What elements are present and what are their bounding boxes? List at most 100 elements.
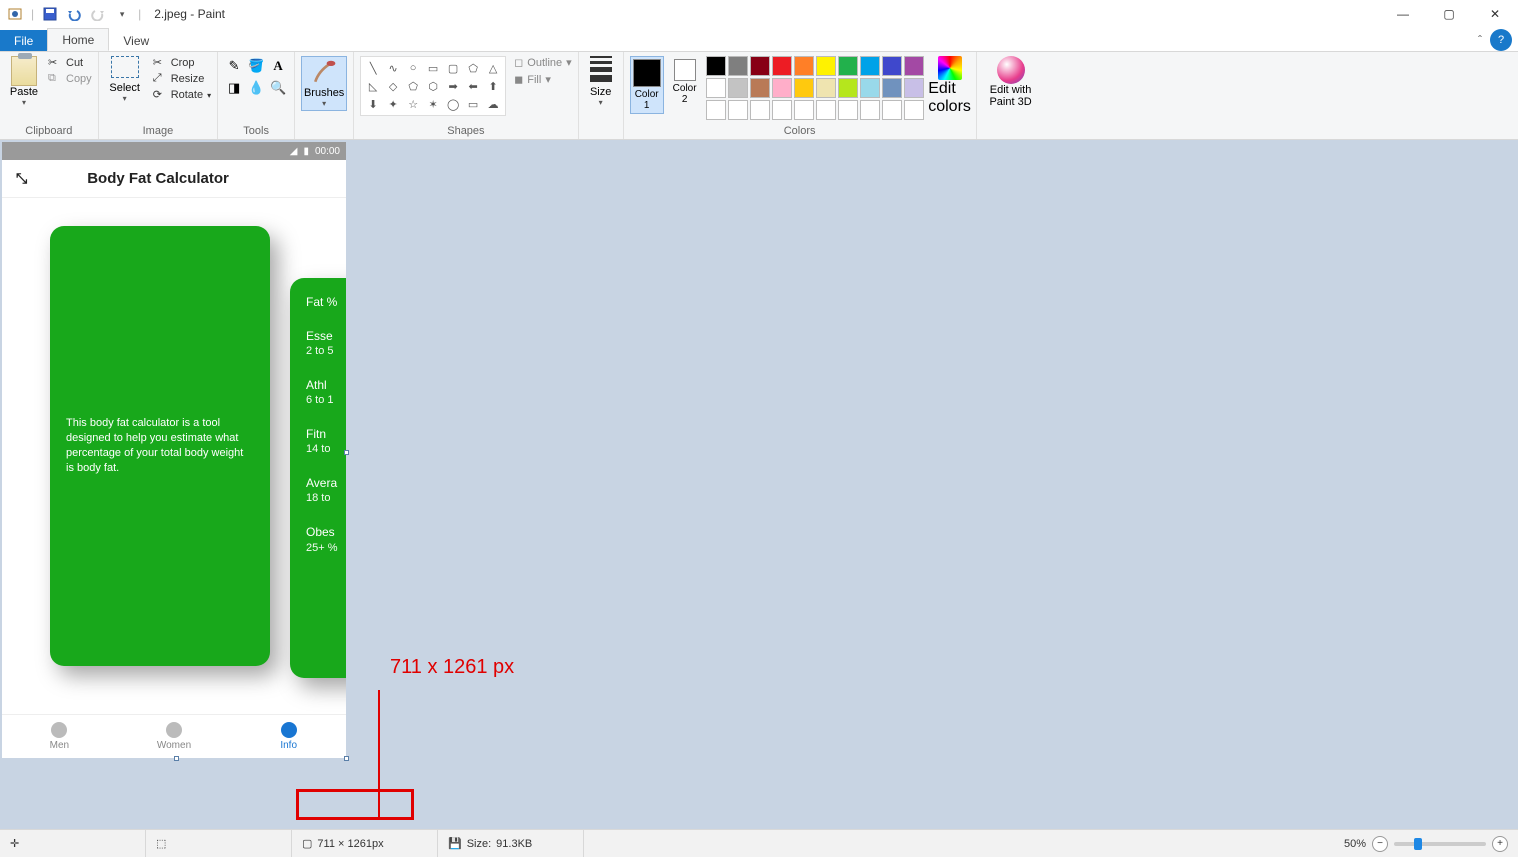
brushes-button[interactable]: Brushes ▾ <box>301 56 347 111</box>
shape-star6[interactable]: ✶ <box>424 96 442 112</box>
canvas[interactable]: ◢ ▮ 00:00 ⤡ Body Fat Calculator This bod… <box>2 142 346 758</box>
shape-arrow-r[interactable]: ➡ <box>444 78 462 94</box>
palette-color[interactable] <box>706 78 726 98</box>
color1-button[interactable]: Color 1 <box>630 56 664 114</box>
save-button[interactable] <box>39 3 61 25</box>
palette-color[interactable] <box>860 78 880 98</box>
palette-color[interactable] <box>904 78 924 98</box>
eraser-tool[interactable]: ◨ <box>224 78 244 98</box>
redo-button[interactable] <box>87 3 109 25</box>
close-button[interactable]: ✕ <box>1472 0 1518 28</box>
size-button[interactable]: Size ▾ <box>585 56 617 107</box>
palette-color[interactable] <box>816 78 836 98</box>
workspace[interactable]: ◢ ▮ 00:00 ⤡ Body Fat Calculator This bod… <box>0 140 1518 829</box>
resize-handle-right[interactable] <box>344 450 349 455</box>
group-colors: Color 1 Color 2 Edit colors Colors <box>624 52 977 139</box>
undo-button[interactable] <box>63 3 85 25</box>
palette-color[interactable] <box>728 56 748 76</box>
help-button[interactable]: ? <box>1490 29 1512 51</box>
collapse-ribbon-button[interactable]: ˆ <box>1470 29 1490 51</box>
shape-line[interactable]: ╲ <box>364 60 382 76</box>
palette-color[interactable] <box>728 100 748 120</box>
copy-button[interactable]: ⧉Copy <box>48 72 92 86</box>
shape-hexagon[interactable]: ⬡ <box>424 78 442 94</box>
rotate-button[interactable]: ⟳Rotate ▾ <box>153 88 211 102</box>
shape-roundrect[interactable]: ▢ <box>444 60 462 76</box>
palette-color[interactable] <box>706 100 726 120</box>
palette-color[interactable] <box>882 56 902 76</box>
magnifier-tool[interactable]: 🔍 <box>268 78 288 98</box>
palette-color[interactable] <box>860 100 880 120</box>
paste-button[interactable]: Paste ▾ <box>6 56 42 107</box>
resize-handle-corner[interactable] <box>344 756 349 761</box>
shape-rect[interactable]: ▭ <box>424 60 442 76</box>
shape-star5[interactable]: ☆ <box>404 96 422 112</box>
color2-button[interactable]: Color 2 <box>670 56 700 108</box>
phone-header: ⤡ Body Fat Calculator <box>2 160 346 198</box>
resize-button[interactable]: ⤢Resize <box>153 72 211 86</box>
shape-fill-button[interactable]: ◼Fill ▾ <box>514 73 572 86</box>
shape-pentagon[interactable]: ⬠ <box>404 78 422 94</box>
palette-color[interactable] <box>816 100 836 120</box>
minimize-button[interactable]: — <box>1380 0 1426 28</box>
shape-star4[interactable]: ✦ <box>384 96 402 112</box>
cut-button[interactable]: ✂Cut <box>48 56 92 70</box>
shape-outline-button[interactable]: ◻Outline ▾ <box>514 56 572 69</box>
zoom-slider[interactable] <box>1394 842 1486 846</box>
palette-color[interactable] <box>838 56 858 76</box>
palette-color[interactable] <box>882 100 902 120</box>
palette-color[interactable] <box>772 100 792 120</box>
shape-oval[interactable]: ○ <box>404 60 422 76</box>
palette-color[interactable] <box>750 56 770 76</box>
palette-color[interactable] <box>794 100 814 120</box>
color-picker-tool[interactable]: 💧 <box>246 78 266 98</box>
maximize-button[interactable]: ▢ <box>1426 0 1472 28</box>
text-tool[interactable]: A <box>268 56 288 76</box>
shape-callout-rect[interactable]: ▭ <box>464 96 482 112</box>
palette-color[interactable] <box>772 78 792 98</box>
shape-curve[interactable]: ∿ <box>384 60 402 76</box>
palette-color[interactable] <box>860 56 880 76</box>
paint-app-icon[interactable] <box>4 3 26 25</box>
fill-tool[interactable]: 🪣 <box>246 56 266 76</box>
shape-triangle[interactable]: △ <box>484 60 502 76</box>
palette-color[interactable] <box>750 100 770 120</box>
palette-color[interactable] <box>794 56 814 76</box>
zoom-slider-thumb[interactable] <box>1414 838 1422 850</box>
edit-with-paint3d-button[interactable]: Edit with Paint 3D <box>983 56 1039 108</box>
shape-callout-round[interactable]: ◯ <box>444 96 462 112</box>
shape-arrow-d[interactable]: ⬇ <box>364 96 382 112</box>
palette-color[interactable] <box>838 100 858 120</box>
zoom-controls: 50% − + <box>1334 836 1518 852</box>
palette-color[interactable] <box>728 78 748 98</box>
palette-color[interactable] <box>882 78 902 98</box>
shape-diamond[interactable]: ◇ <box>384 78 402 94</box>
palette-color[interactable] <box>794 78 814 98</box>
tab-file[interactable]: File <box>0 30 47 51</box>
crop-button[interactable]: ✂Crop <box>153 56 211 70</box>
palette-color[interactable] <box>838 78 858 98</box>
palette-color[interactable] <box>750 78 770 98</box>
select-button[interactable]: Select ▾ <box>105 56 145 103</box>
pencil-tool[interactable]: ✎ <box>224 56 244 76</box>
tab-view[interactable]: View <box>109 30 163 51</box>
palette-color[interactable] <box>772 56 792 76</box>
phone-header-title: Body Fat Calculator <box>87 170 229 187</box>
palette-color[interactable] <box>816 56 836 76</box>
tab-home[interactable]: Home <box>47 28 109 51</box>
palette-color[interactable] <box>706 56 726 76</box>
edit-colors-button[interactable]: Edit colors <box>930 56 970 116</box>
shapes-gallery[interactable]: ╲ ∿ ○ ▭ ▢ ⬠ △ ◺ ◇ ⬠ ⬡ ➡ ⬅ ⬆ ⬇ ✦ ☆ ✶ ◯ ▭ <box>360 56 506 116</box>
shape-polygon[interactable]: ⬠ <box>464 60 482 76</box>
palette-color[interactable] <box>904 56 924 76</box>
customize-qat-button[interactable]: ▾ <box>111 3 133 25</box>
resize-handle-bottom[interactable] <box>174 756 179 761</box>
zoom-in-button[interactable]: + <box>1492 836 1508 852</box>
palette-color[interactable] <box>904 100 924 120</box>
info-icon <box>281 722 297 738</box>
zoom-out-button[interactable]: − <box>1372 836 1388 852</box>
shape-arrow-u[interactable]: ⬆ <box>484 78 502 94</box>
shape-callout-cloud[interactable]: ☁ <box>484 96 502 112</box>
shape-rtriangle[interactable]: ◺ <box>364 78 382 94</box>
shape-arrow-l[interactable]: ⬅ <box>464 78 482 94</box>
